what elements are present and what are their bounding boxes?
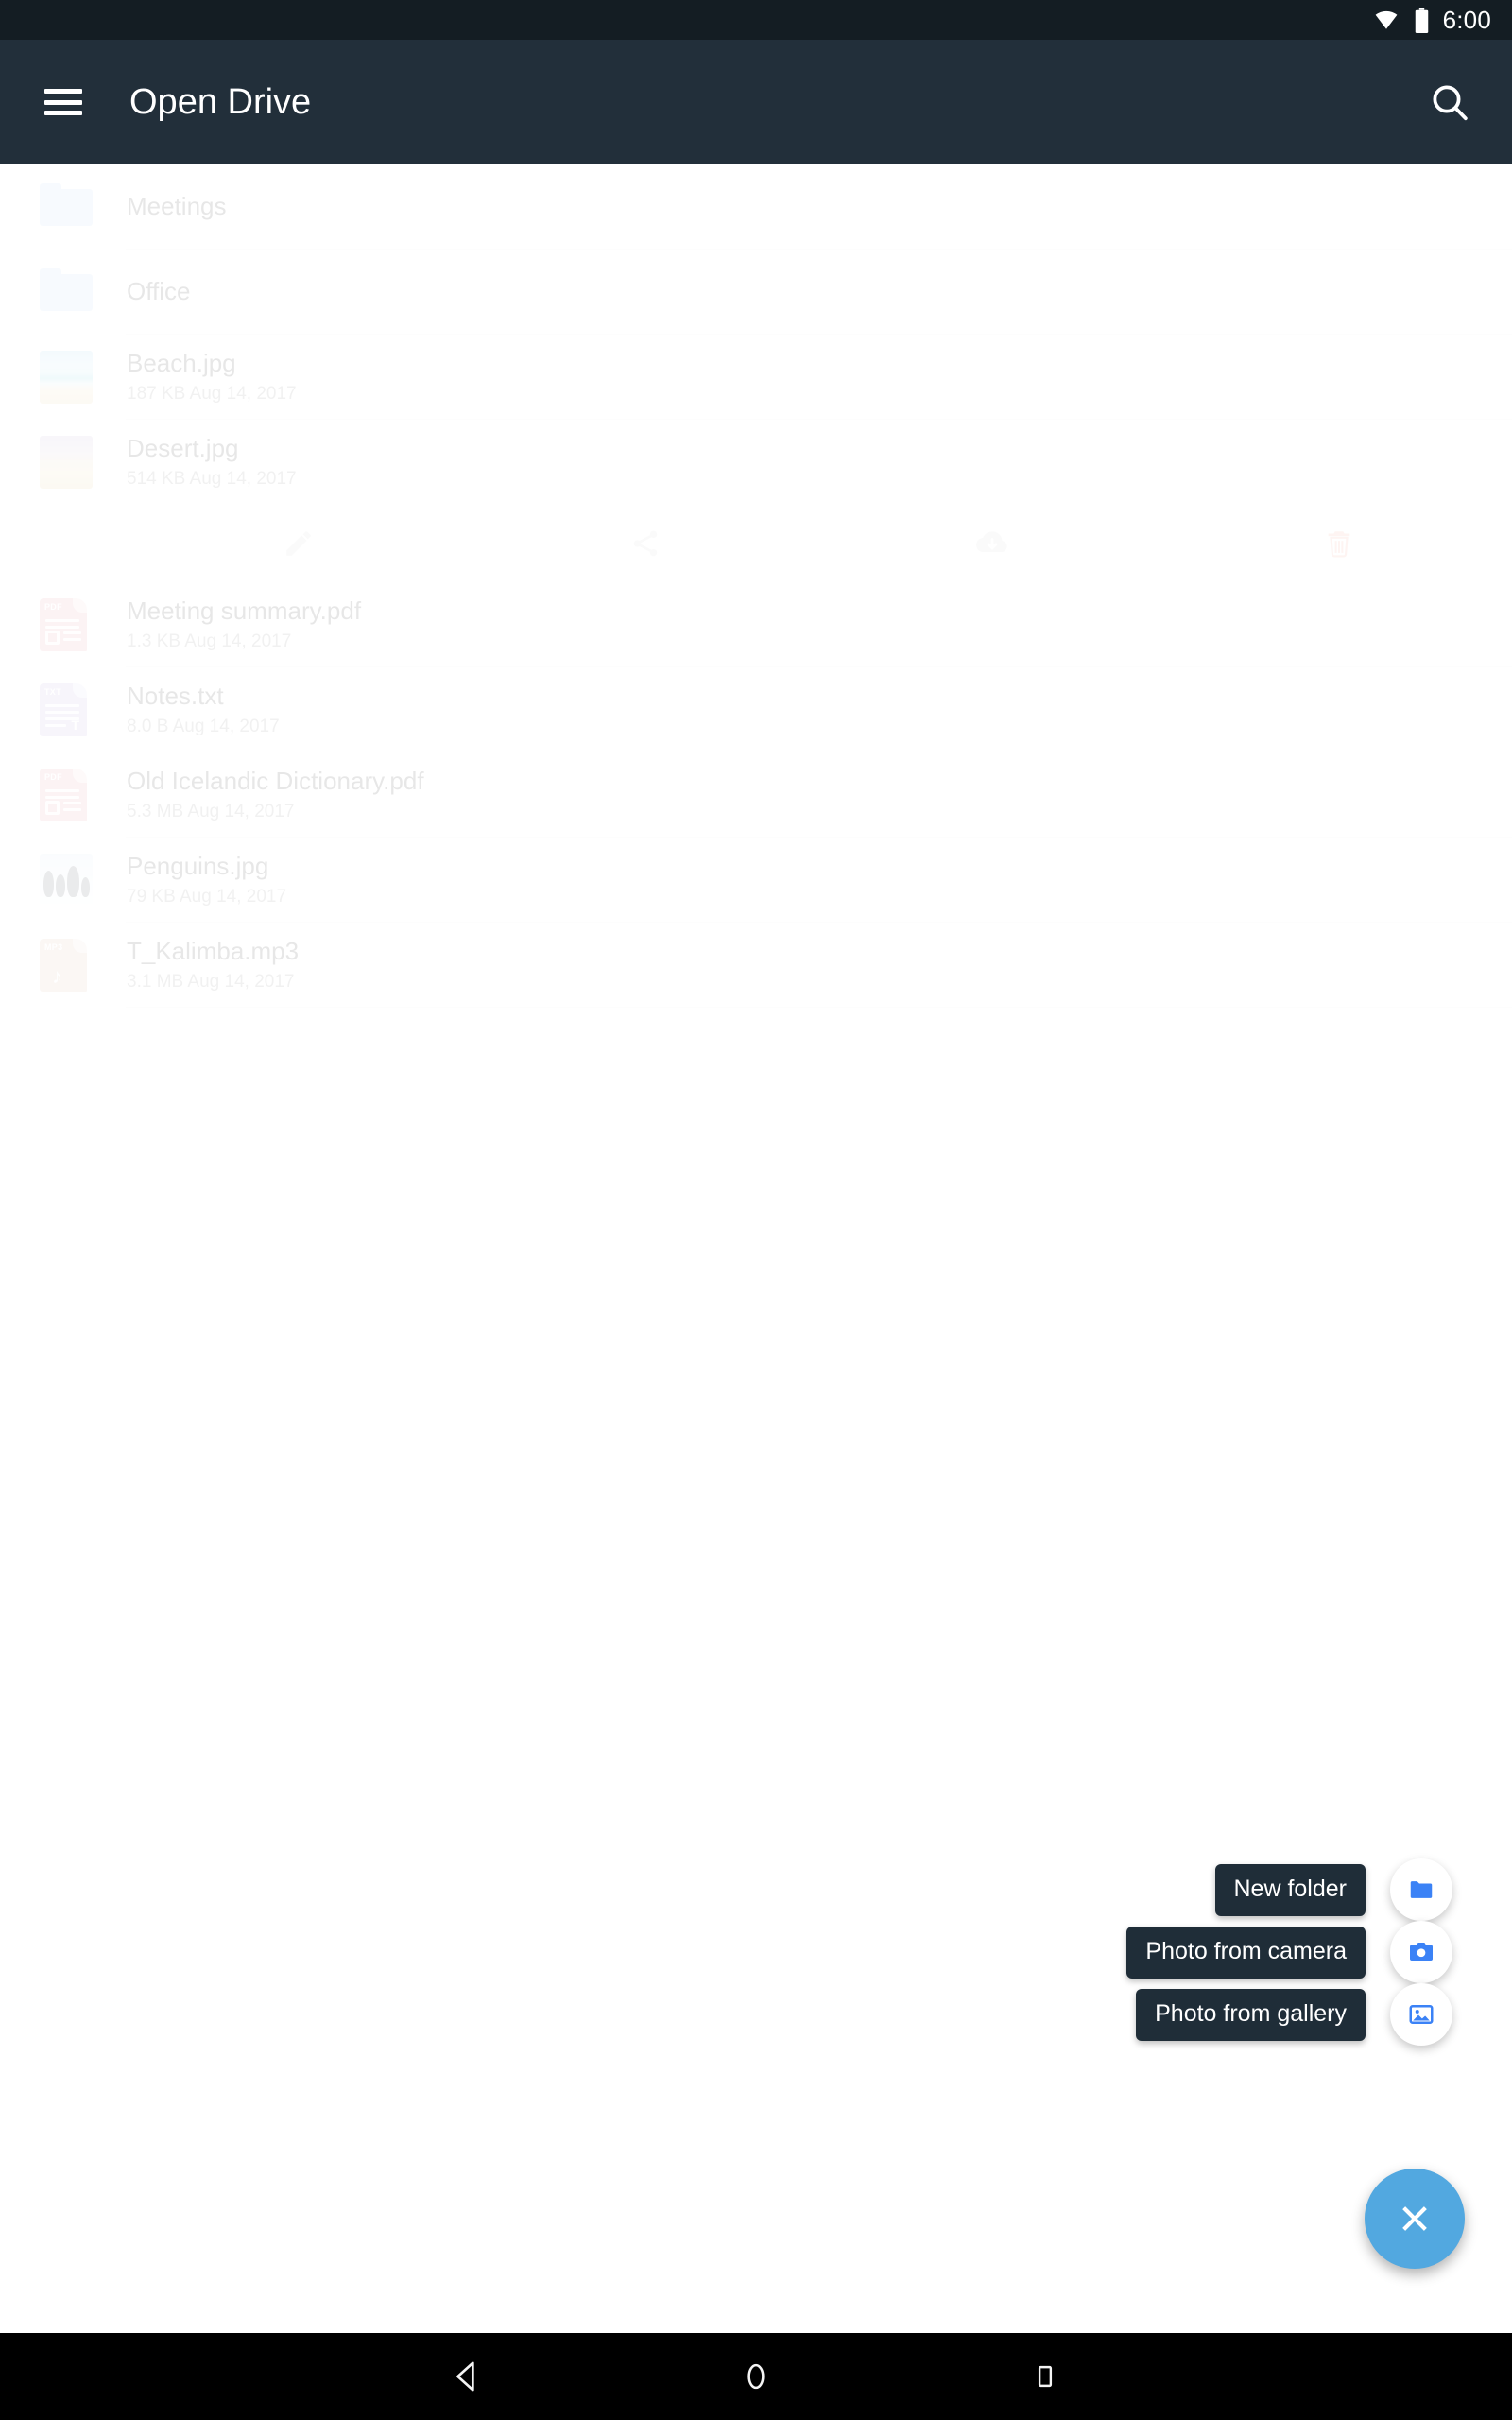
recents-button[interactable] [1019,2350,1072,2403]
cloud-download-icon [975,531,1007,553]
square-recents-icon [1038,2365,1053,2388]
file-meta: 8.0 B Aug 14, 2017 [127,716,280,736]
list-item[interactable]: TXT T Notes.txt 8.0 B Aug 14, 2017 [0,667,1512,752]
file-name: Desert.jpg [127,434,239,463]
close-icon [1402,2206,1427,2231]
file-meta: 3.1 MB Aug 14, 2017 [127,971,295,992]
fab-label: New folder [1214,1863,1366,1916]
system-navigation-bar [0,2333,1512,2420]
file-name: Penguins.jpg [127,852,269,881]
mini-fab-photo-camera[interactable] [1390,1921,1452,1983]
list-item[interactable]: PDF Old Icelandic Dictionary.pdf 5.3 MB … [0,752,1512,838]
battery-icon [1415,7,1428,33]
file-type-tag: PDF [44,772,62,782]
pdf-file-icon: PDF [40,769,93,821]
txt-file-icon: TXT T [40,683,93,736]
file-name: Meeting summary.pdf [127,596,362,626]
trash-icon [1328,531,1349,558]
folder-icon [40,181,93,233]
pencil-icon [286,531,312,556]
fab-label: Photo from gallery [1136,1988,1366,2041]
penguins-thumbnail [40,854,93,907]
list-item[interactable]: Beach.jpg 187 KB Aug 14, 2017 [0,335,1512,420]
folder-icon [1410,1881,1433,1898]
share-action[interactable] [472,505,819,582]
fab-action-photo-camera[interactable]: Photo from camera [1126,1921,1452,1983]
list-item[interactable]: MP3 ♪ T_Kalimba.mp3 3.1 MB Aug 14, 2017 [0,923,1512,1008]
fab-label: Photo from camera [1126,1926,1366,1979]
circle-home-icon [747,2363,765,2390]
beach-thumbnail [40,351,93,404]
file-meta: 514 KB Aug 14, 2017 [127,468,297,489]
search-icon[interactable] [1427,79,1472,125]
app-screen: 6:00 Open Drive Meetings Office Beach.jp… [0,0,1512,2420]
app-bar: Open Drive [0,40,1512,164]
back-button[interactable] [440,2350,493,2403]
file-meta: 5.3 MB Aug 14, 2017 [127,801,295,821]
list-divider [126,1007,1512,1008]
file-name: Meetings [127,192,227,221]
pdf-file-icon: PDF [40,598,93,651]
hamburger-menu-icon[interactable] [44,89,82,115]
file-type-tag: PDF [44,602,62,612]
file-type-tag: MP3 [44,942,63,952]
folder-icon [40,266,93,319]
wifi-icon [1375,10,1397,29]
camera-icon [1410,1943,1433,1961]
mini-fab-new-folder[interactable] [1390,1858,1452,1921]
file-list: Meetings Office Beach.jpg 187 KB Aug 14,… [0,164,1512,1008]
file-name: Notes.txt [127,682,224,711]
file-action-toolbar [126,505,1512,582]
file-name: Beach.jpg [127,349,236,378]
file-meta: 1.3 KB Aug 14, 2017 [127,631,292,651]
download-action[interactable] [819,505,1166,582]
share-icon [633,530,658,557]
rename-action[interactable] [126,505,472,582]
list-item[interactable]: Penguins.jpg 79 KB Aug 14, 2017 [0,838,1512,923]
triangle-back-icon [456,2361,474,2392]
home-button[interactable] [730,2350,782,2403]
status-bar: 6:00 [0,0,1512,40]
file-meta: 79 KB Aug 14, 2017 [127,886,287,907]
list-item[interactable]: PDF Meeting summary.pdf 1.3 KB Aug 14, 2… [0,582,1512,667]
page-title: Open Drive [129,81,312,122]
mini-fab-photo-gallery[interactable] [1390,1983,1452,2046]
status-bar-clock: 6:00 [1442,5,1491,34]
file-meta: 187 KB Aug 14, 2017 [127,383,297,404]
desert-thumbnail [40,436,93,489]
file-type-tag: TXT [44,687,61,697]
file-name: Office [127,277,191,306]
fab-close-button[interactable] [1365,2169,1465,2269]
file-name: Old Icelandic Dictionary.pdf [127,767,424,796]
delete-action[interactable] [1165,505,1512,582]
list-item[interactable]: Meetings [0,164,1512,250]
fab-action-new-folder[interactable]: New folder [1214,1858,1452,1921]
file-name: T_Kalimba.mp3 [127,937,300,966]
list-item[interactable]: Office [0,250,1512,335]
list-item[interactable]: Desert.jpg 514 KB Aug 14, 2017 [0,420,1512,505]
image-icon [1409,2005,1434,2024]
fab-action-photo-gallery[interactable]: Photo from gallery [1136,1983,1452,2046]
mp3-file-icon: MP3 ♪ [40,939,93,992]
